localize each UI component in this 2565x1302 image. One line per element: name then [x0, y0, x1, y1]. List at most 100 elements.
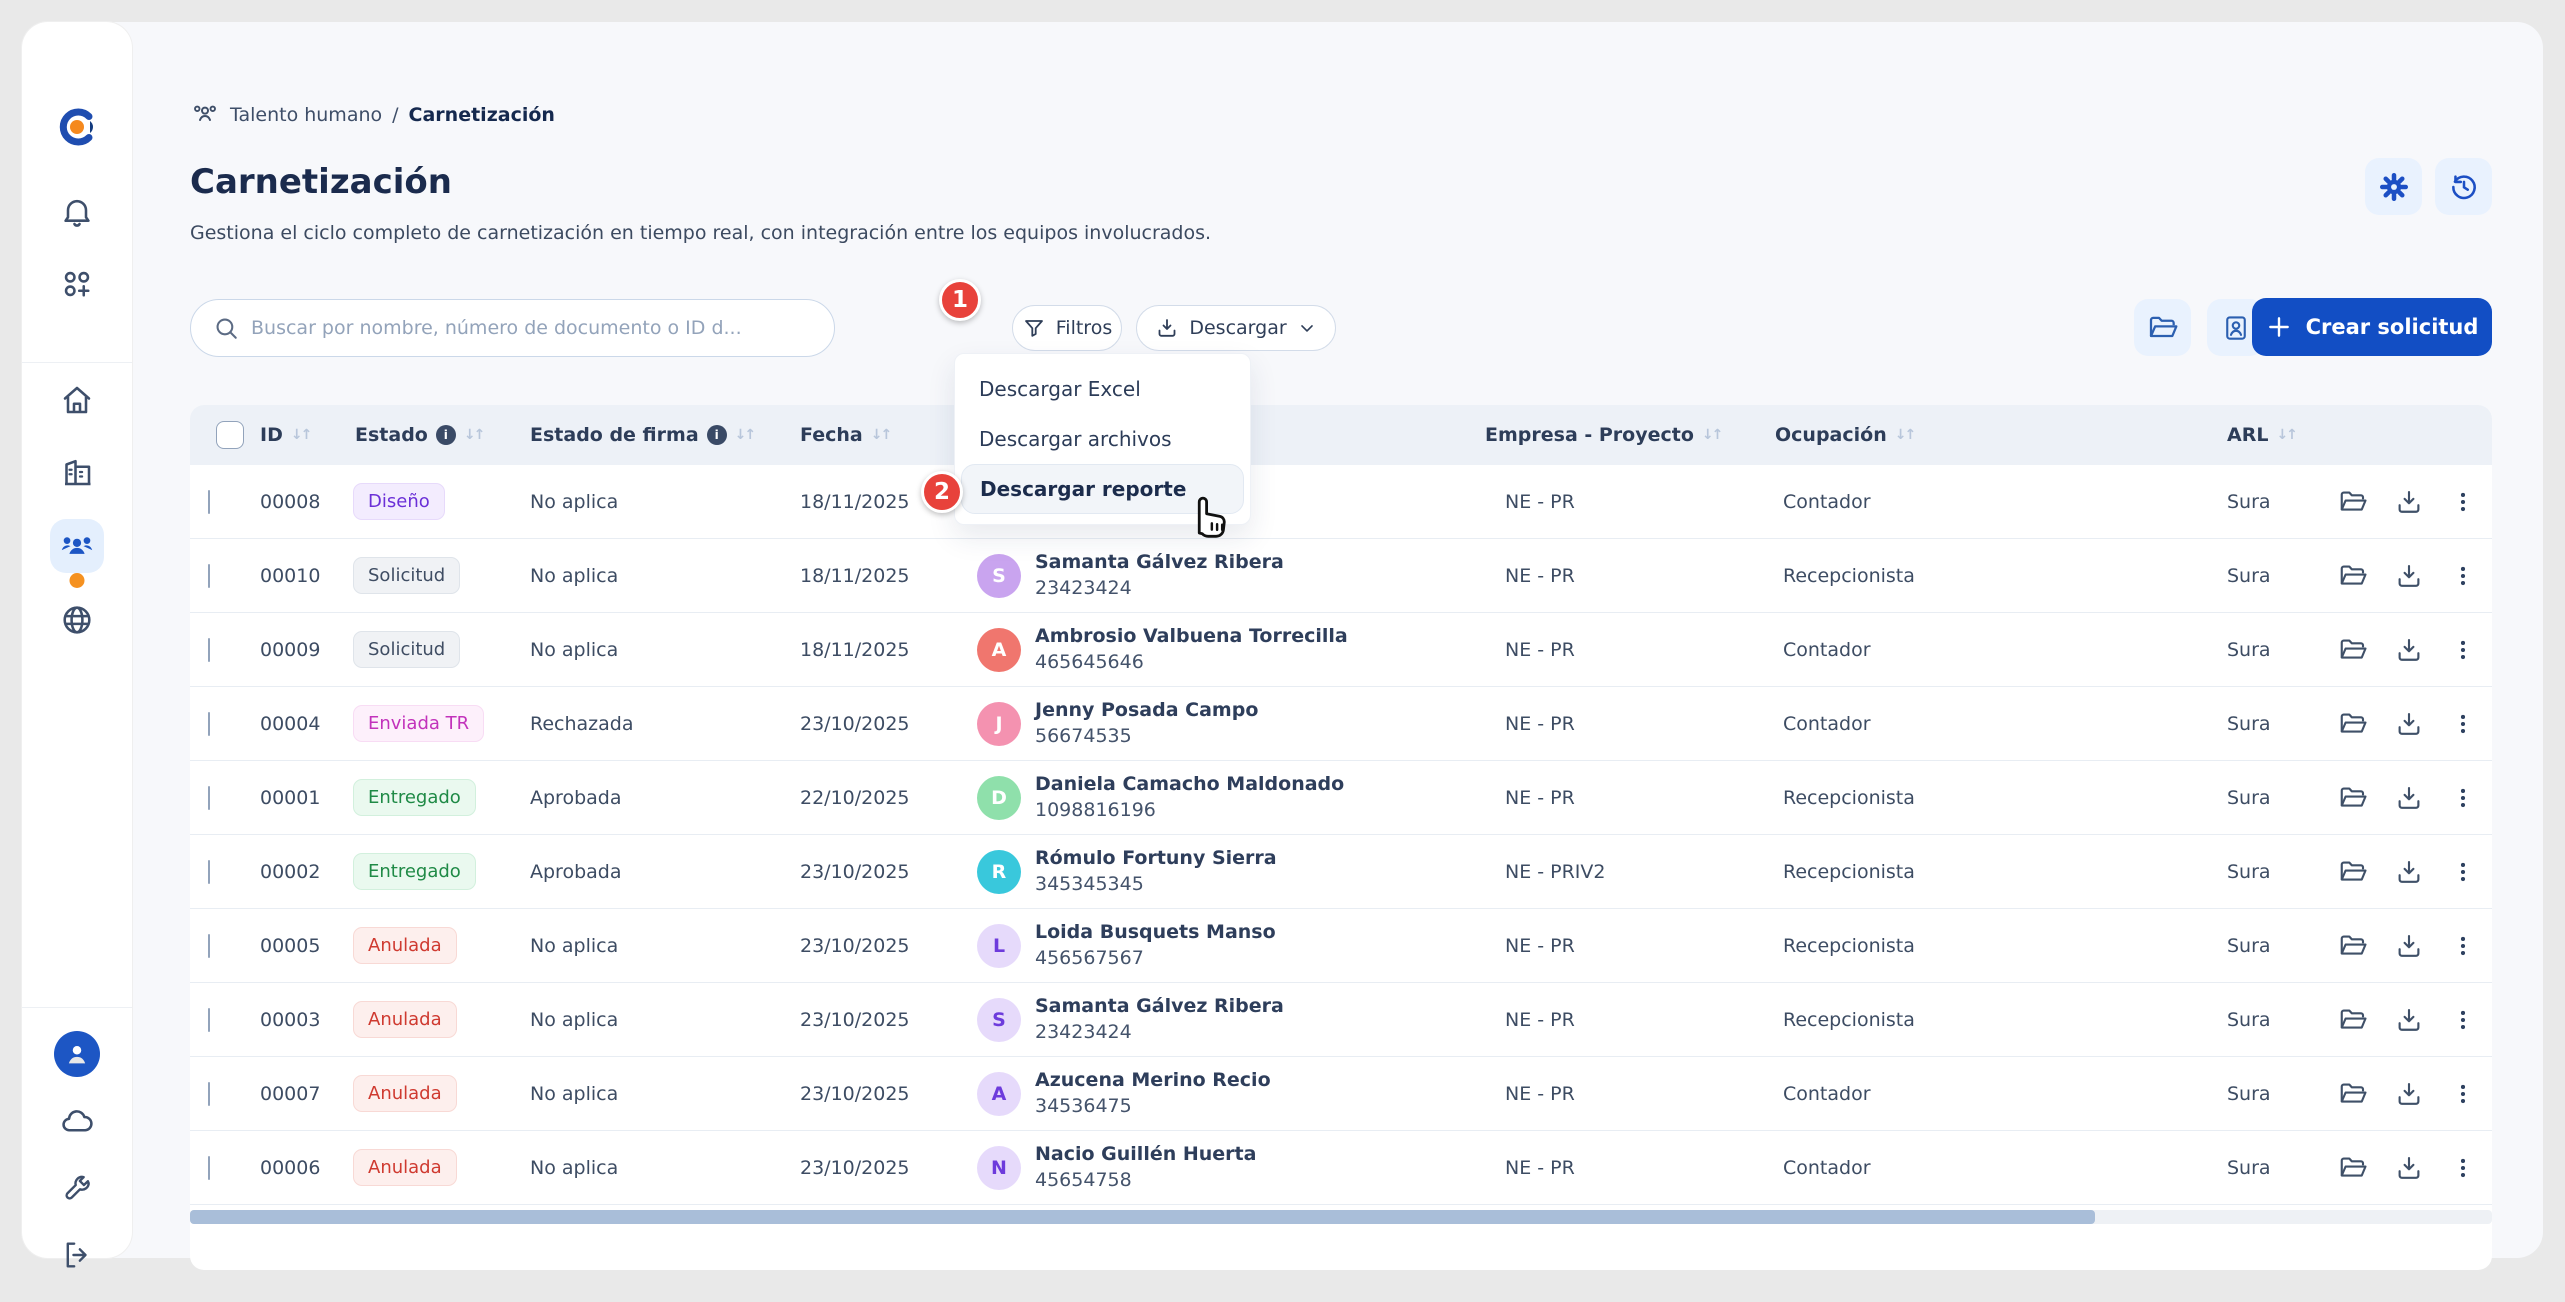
cell-persona: J Jenny Posada Campo 56674535 [977, 698, 1477, 749]
sort-icon[interactable]: ↓↑ [735, 427, 754, 443]
row-checkbox[interactable] [208, 564, 210, 588]
row-download-button[interactable] [2394, 931, 2424, 961]
row-more-options-button[interactable] [2450, 859, 2476, 885]
info-icon[interactable]: i [436, 425, 456, 445]
sort-icon[interactable]: ↓↑ [464, 427, 483, 443]
menu-item-descargar-excel[interactable]: Descargar Excel [955, 364, 1250, 414]
sidebar-item-cloud[interactable] [59, 1104, 95, 1140]
row-download-button[interactable] [2394, 1005, 2424, 1035]
column-header-fecha[interactable]: Fecha↓↑ [792, 424, 977, 446]
info-icon[interactable]: i [707, 425, 727, 445]
row-checkbox[interactable] [208, 490, 210, 514]
select-all-checkbox[interactable] [216, 421, 244, 449]
open-folder-icon [2338, 487, 2368, 517]
row-folder-button[interactable] [2338, 709, 2368, 739]
cell-fecha: 23/10/2025 [792, 1009, 977, 1031]
row-more-options-button[interactable] [2450, 563, 2476, 589]
open-folder-icon [2338, 1153, 2368, 1183]
user-profile-button[interactable] [54, 1031, 100, 1077]
table-row[interactable]: 00001 Entregado Aprobada 22/10/2025 D Da… [190, 761, 2492, 835]
sidebar-item-globe[interactable] [59, 602, 95, 638]
app-logo[interactable] [56, 106, 98, 148]
cell-empresa: NE - PR [1477, 1009, 1767, 1031]
row-folder-button[interactable] [2338, 931, 2368, 961]
sidebar-item-talento-humano[interactable] [50, 519, 104, 573]
create-request-button[interactable]: Crear solicitud [2252, 298, 2492, 356]
row-more-options-button[interactable] [2450, 637, 2476, 663]
sort-icon[interactable]: ↓↑ [1895, 427, 1914, 443]
table-row[interactable]: 00003 Anulada No aplica 23/10/2025 S Sam… [190, 983, 2492, 1057]
folder-view-button[interactable] [2134, 299, 2191, 356]
sidebar-item-tools[interactable] [60, 1174, 94, 1208]
sort-icon[interactable]: ↓↑ [2276, 427, 2295, 443]
row-checkbox[interactable] [208, 1008, 210, 1032]
table-row[interactable]: 00008 Diseño No aplica 18/11/2025 3 455 … [190, 465, 2492, 539]
row-more-options-button[interactable] [2450, 1007, 2476, 1033]
row-folder-button[interactable] [2338, 783, 2368, 813]
row-checkbox[interactable] [208, 1082, 210, 1106]
row-download-button[interactable] [2394, 487, 2424, 517]
sort-icon[interactable]: ↓↑ [1702, 427, 1721, 443]
table-row[interactable]: 00009 Solicitud No aplica 18/11/2025 A A… [190, 613, 2492, 687]
column-header-estado-firma[interactable]: Estado de firmai↓↑ [522, 424, 792, 446]
row-folder-button[interactable] [2338, 561, 2368, 591]
history-button[interactable] [2435, 158, 2492, 215]
table-row[interactable]: 00005 Anulada No aplica 23/10/2025 L Loi… [190, 909, 2492, 983]
filters-button[interactable]: Filtros [1012, 305, 1122, 351]
row-folder-button[interactable] [2338, 1153, 2368, 1183]
row-download-button[interactable] [2394, 783, 2424, 813]
table-row[interactable]: 00004 Enviada TR Rechazada 23/10/2025 J … [190, 687, 2492, 761]
search-input[interactable] [251, 317, 812, 339]
row-folder-button[interactable] [2338, 635, 2368, 665]
sidebar-item-company[interactable] [59, 454, 95, 490]
row-checkbox[interactable] [208, 786, 210, 810]
sort-icon[interactable]: ↓↑ [291, 427, 310, 443]
row-more-options-button[interactable] [2450, 489, 2476, 515]
row-more-options-button[interactable] [2450, 933, 2476, 959]
row-checkbox[interactable] [208, 934, 210, 958]
row-more-options-button[interactable] [2450, 785, 2476, 811]
row-folder-button[interactable] [2338, 1079, 2368, 1109]
column-header-empresa[interactable]: Empresa - Proyecto↓↑ [1477, 424, 1767, 446]
row-folder-button[interactable] [2338, 487, 2368, 517]
row-folder-button[interactable] [2338, 1005, 2368, 1035]
download-button[interactable]: Descargar [1136, 305, 1336, 351]
table-row[interactable]: 00002 Entregado Aprobada 23/10/2025 R Ró… [190, 835, 2492, 909]
logout-button[interactable] [60, 1238, 94, 1272]
download-label: Descargar [1189, 317, 1286, 339]
row-download-button[interactable] [2394, 561, 2424, 591]
sidebar-item-home[interactable] [59, 382, 95, 418]
horizontal-scrollbar-track[interactable] [190, 1210, 2492, 1224]
row-download-button[interactable] [2394, 1153, 2424, 1183]
menu-item-descargar-archivos[interactable]: Descargar archivos [955, 414, 1250, 464]
row-checkbox[interactable] [208, 638, 210, 662]
horizontal-scrollbar-thumb[interactable] [190, 1210, 2095, 1224]
column-header-id[interactable]: ID↓↑ [252, 424, 347, 446]
table-row[interactable]: 00006 Anulada No aplica 23/10/2025 N Nac… [190, 1131, 2492, 1205]
column-header-ocupacion[interactable]: Ocupación↓↑ [1767, 424, 2147, 446]
row-checkbox[interactable] [208, 1156, 210, 1180]
row-download-button[interactable] [2394, 635, 2424, 665]
row-checkbox[interactable] [208, 860, 210, 884]
person-document: 56674535 [1035, 724, 1258, 750]
sort-icon[interactable]: ↓↑ [871, 427, 890, 443]
row-folder-button[interactable] [2338, 857, 2368, 887]
row-more-options-button[interactable] [2450, 1155, 2476, 1181]
settings-button[interactable] [2365, 158, 2422, 215]
table-row[interactable]: 00010 Solicitud No aplica 18/11/2025 S S… [190, 539, 2492, 613]
cell-arl: Sura [2217, 1157, 2332, 1179]
breadcrumb-current[interactable]: Carnetización [409, 104, 555, 126]
row-checkbox[interactable] [208, 712, 210, 736]
row-more-options-button[interactable] [2450, 711, 2476, 737]
column-header-arl[interactable]: ARL↓↑ [2217, 424, 2332, 446]
column-header-estado[interactable]: Estadoi↓↑ [347, 424, 522, 446]
apps-menu-button[interactable] [59, 266, 95, 302]
notifications-button[interactable] [59, 194, 95, 230]
row-download-button[interactable] [2394, 857, 2424, 887]
row-download-button[interactable] [2394, 1079, 2424, 1109]
breadcrumb-section[interactable]: Talento humano [230, 104, 382, 126]
row-more-options-button[interactable] [2450, 1081, 2476, 1107]
row-download-button[interactable] [2394, 709, 2424, 739]
download-icon [2394, 709, 2424, 739]
table-row[interactable]: 00007 Anulada No aplica 23/10/2025 A Azu… [190, 1057, 2492, 1131]
